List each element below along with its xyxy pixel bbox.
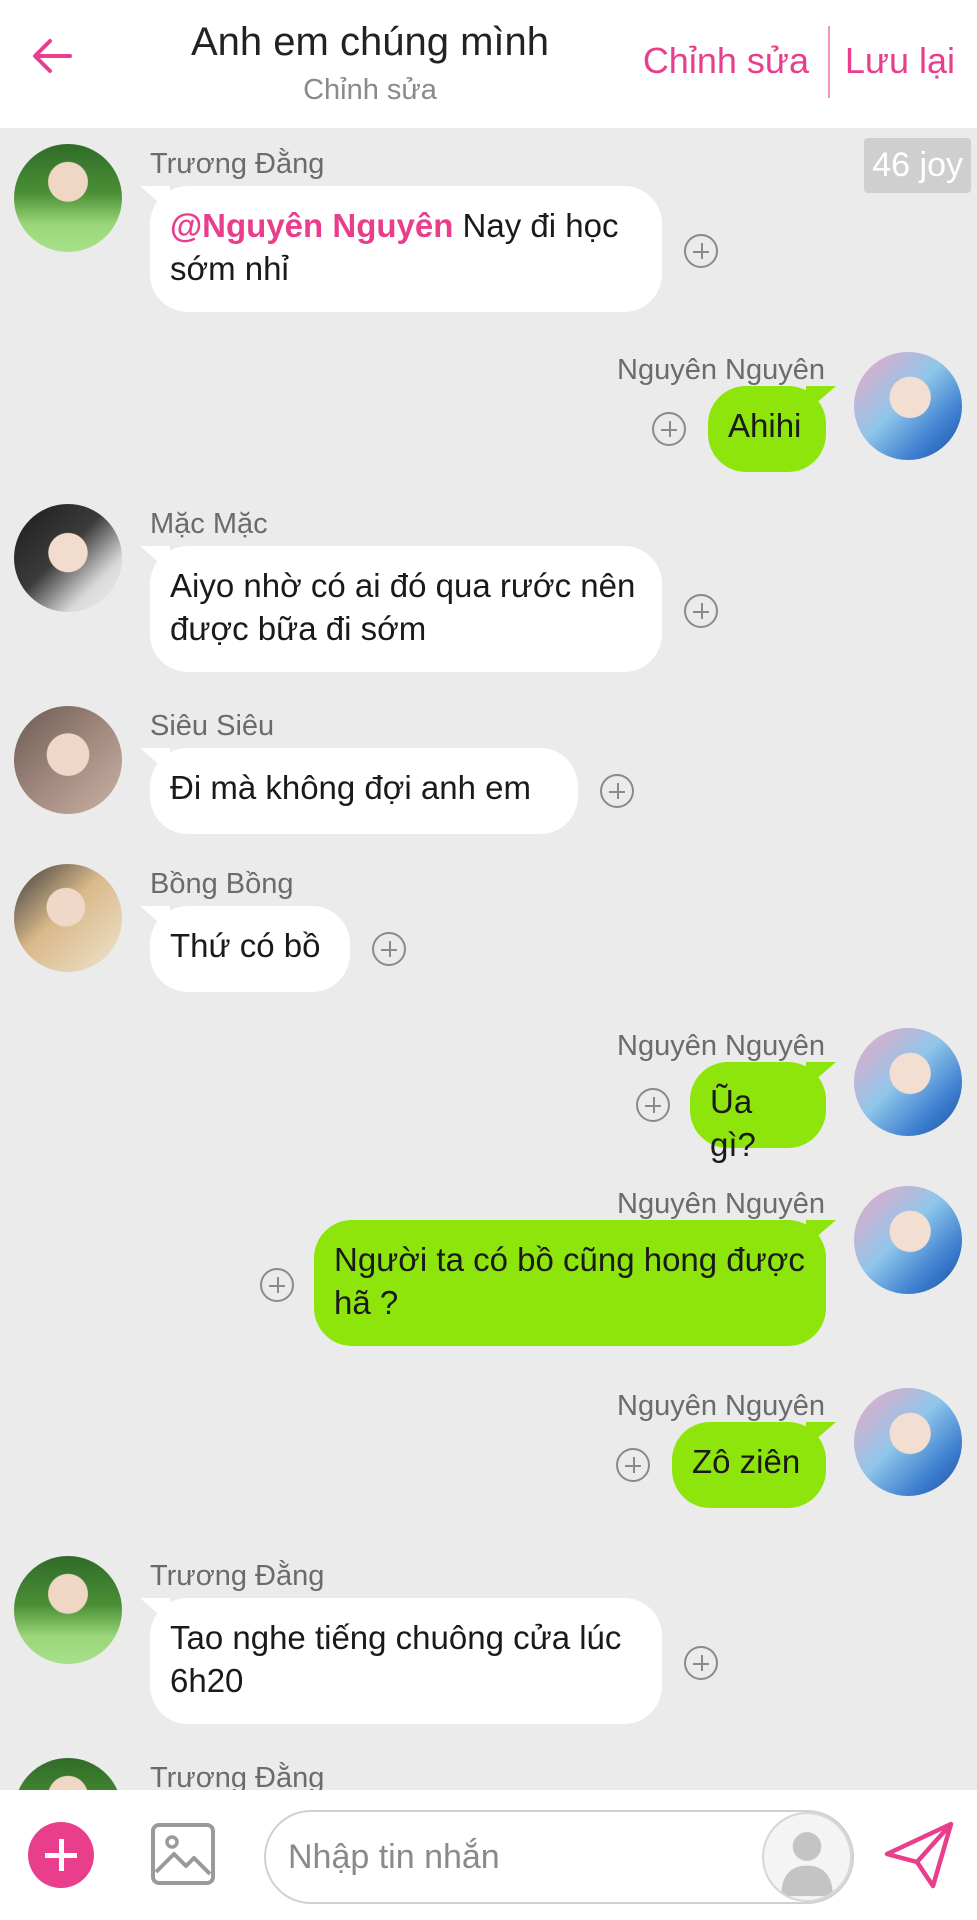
message-text: Zô ziên [692, 1443, 801, 1480]
add-reaction-icon[interactable] [260, 1268, 294, 1302]
save-button[interactable]: Lưu lại [845, 40, 955, 82]
message-bubble[interactable]: Aiyo nhờ có ai đó qua rước nên được bữa … [150, 546, 662, 672]
sender-name: Nguyên Nguyên [617, 1188, 825, 1220]
image-icon[interactable] [150, 1822, 216, 1886]
message-bubble[interactable]: @Nguyên Nguyên Nay đi học sớm nhỉ [150, 186, 662, 312]
avatar[interactable] [854, 1186, 962, 1294]
add-reaction-icon[interactable] [372, 932, 406, 966]
message-bubble[interactable]: Tao nghe tiếng chuông cửa lúc 6h20 [150, 1598, 662, 1724]
header-divider [828, 26, 830, 98]
message-text: Aiyo nhờ có ai đó qua rước nên được bữa … [170, 567, 636, 647]
avatar[interactable] [14, 1556, 122, 1664]
add-reaction-icon[interactable] [684, 234, 718, 268]
message-bubble[interactable]: Đi mà không đợi anh em [150, 748, 578, 834]
message-bubble[interactable]: Ahihi [708, 386, 826, 472]
message-text: Tao nghe tiếng chuông cửa lúc 6h20 [170, 1619, 622, 1699]
message-item: Nguyên Nguyên Ũa gì? [0, 1024, 977, 1174]
message-bubble[interactable]: Ũa gì? [690, 1062, 826, 1163]
sender-name: Trương Đằng [150, 1762, 325, 1790]
add-reaction-icon[interactable] [652, 412, 686, 446]
avatar[interactable] [854, 1388, 962, 1496]
sender-name: Trương Đằng [150, 1560, 325, 1592]
chat-header: Anh em chúng mình Chỉnh sửa Chỉnh sửa Lư… [0, 0, 977, 128]
send-icon[interactable] [883, 1820, 955, 1890]
avatar[interactable] [854, 352, 962, 460]
sender-name: Nguyên Nguyên [617, 1390, 825, 1422]
avatar[interactable] [14, 864, 122, 972]
plus-icon[interactable] [28, 1822, 94, 1888]
message-text: Người ta có bồ cũng hong được hã ? [334, 1241, 805, 1321]
message-bubble[interactable]: Người ta có bồ cũng hong được hã ? [314, 1220, 826, 1346]
add-reaction-icon[interactable] [684, 594, 718, 628]
message-input[interactable] [288, 1832, 688, 1882]
message-bubble[interactable]: Thứ có bồ [150, 906, 350, 992]
message-text: Đi mà không đợi anh em [170, 769, 531, 806]
add-reaction-icon[interactable] [636, 1088, 670, 1122]
message-list[interactable]: 46 joy Trương Đằng @Nguyên Nguyên Nay đi… [0, 128, 977, 1790]
message-item: Nguyên Nguyên Zô ziên [0, 1384, 977, 1534]
sender-name: Nguyên Nguyên [617, 1030, 825, 1062]
chat-subtitle: Chỉnh sửa [303, 74, 437, 106]
message-item: Trương Đằng Tao nghe tiếng chuông cửa lú… [0, 1540, 977, 1730]
message-item: Nguyên Nguyên Người ta có bồ cũng hong đ… [0, 1182, 977, 1372]
avatar[interactable] [14, 504, 122, 612]
avatar[interactable] [14, 144, 122, 252]
message-item: Trương Đằng @Nguyên Nguyên Nay đi học sớ… [0, 128, 977, 328]
message-text: Ũa gì? [710, 1083, 756, 1163]
add-reaction-icon[interactable] [684, 1646, 718, 1680]
message-composer [0, 1790, 977, 1920]
avatar[interactable] [14, 706, 122, 814]
add-reaction-icon[interactable] [616, 1448, 650, 1482]
message-text: Thứ có bồ [170, 927, 321, 964]
message-bubble[interactable]: Zô ziên [672, 1422, 826, 1508]
message-item: Bồng Bồng Thứ có bồ [0, 848, 977, 998]
sender-name: Siêu Siêu [150, 710, 275, 742]
sender-name: Bồng Bồng [150, 868, 294, 900]
message-input-field[interactable] [264, 1810, 854, 1904]
edit-button[interactable]: Chỉnh sửa [643, 40, 809, 82]
message-item: Nguyên Nguyên Ahihi [0, 348, 977, 498]
sender-name: Trương Đằng [150, 148, 325, 180]
avatar[interactable] [854, 1028, 962, 1136]
avatar[interactable] [14, 1758, 122, 1790]
message-text: Ahihi [728, 407, 802, 444]
mention-link[interactable]: @Nguyên Nguyên [170, 207, 453, 244]
back-arrow-icon[interactable] [30, 34, 74, 78]
sender-name: Mặc Mặc [150, 508, 268, 540]
message-item: Trương Đằng [0, 1742, 977, 1790]
message-item: Siêu Siêu Đi mà không đợi anh em [0, 690, 977, 840]
message-item: Mặc Mặc Aiyo nhờ có ai đó qua rước nên đ… [0, 488, 977, 678]
chat-title: Anh em chúng mình [191, 20, 549, 64]
add-reaction-icon[interactable] [600, 774, 634, 808]
sender-name: Nguyên Nguyên [617, 354, 825, 386]
voice-avatar-icon[interactable] [762, 1812, 852, 1902]
